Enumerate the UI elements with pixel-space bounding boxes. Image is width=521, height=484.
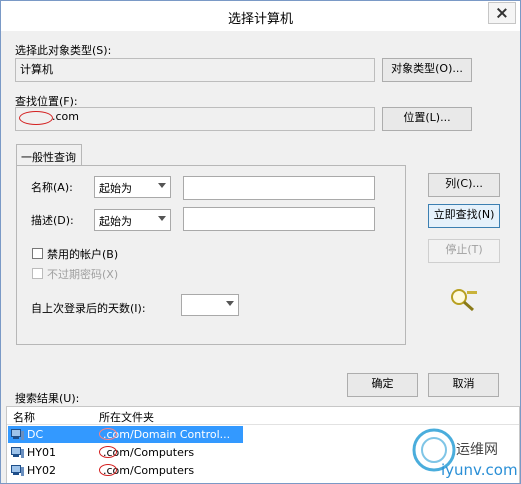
computer-icon xyxy=(11,447,24,458)
name-label: 名称(A): xyxy=(31,181,73,194)
disabled-accounts-checkbox[interactable] xyxy=(32,248,43,259)
cancel-button[interactable]: 取消 xyxy=(428,373,499,397)
ok-button[interactable]: 确定 xyxy=(347,373,418,397)
non-expiring-password-label: 不过期密码(X) xyxy=(47,268,119,281)
computer-icon xyxy=(11,429,24,440)
search-results-label: 搜索结果(U): xyxy=(15,392,80,405)
object-types-button[interactable]: 对象类型(O)... xyxy=(382,58,472,82)
row-name: HY02 xyxy=(27,464,56,477)
select-computer-dialog: 选择计算机 选择此对象类型(S): 计算机 对象类型(O)... 查找位置(F)… xyxy=(0,0,521,484)
title-bar: 选择计算机 xyxy=(1,1,520,31)
columns-button[interactable]: 列(C)... xyxy=(428,173,500,197)
name-input[interactable] xyxy=(183,176,375,200)
redaction-mark xyxy=(99,446,117,458)
non-expiring-password-checkbox xyxy=(32,268,43,279)
chevron-down-icon xyxy=(158,216,166,221)
results-header: 名称 所在文件夹 xyxy=(7,407,519,425)
stop-button: 停止(T) xyxy=(428,239,500,263)
row-name: HY01 xyxy=(27,446,56,459)
watermark-url: iyunv.com xyxy=(441,461,518,479)
column-header-folder[interactable]: 所在文件夹 xyxy=(99,409,154,425)
close-icon[interactable] xyxy=(488,2,516,24)
description-input[interactable] xyxy=(183,207,375,231)
tab-common-queries[interactable]: 一般性查询 xyxy=(16,144,82,166)
description-operator-value: 起始为 xyxy=(99,215,132,228)
watermark-text: 运维网 xyxy=(456,442,498,458)
description-operator-select[interactable]: 起始为 xyxy=(94,209,171,231)
object-type-label: 选择此对象类型(S): xyxy=(15,44,112,57)
location-field: .com xyxy=(15,107,375,131)
redaction-mark xyxy=(99,428,117,440)
find-now-button[interactable]: 立即查找(N) xyxy=(428,204,500,228)
chevron-down-icon xyxy=(158,183,166,188)
column-header-name[interactable]: 名称 xyxy=(13,409,35,425)
disabled-accounts-label: 禁用的帐户(B) xyxy=(47,248,119,261)
locations-button[interactable]: 位置(L)... xyxy=(382,107,472,131)
row-name: DC xyxy=(27,428,44,441)
name-operator-select[interactable]: 起始为 xyxy=(94,176,171,198)
name-operator-value: 起始为 xyxy=(99,182,132,195)
search-magnifier-icon xyxy=(451,289,477,312)
redaction-mark xyxy=(19,111,53,125)
days-since-logon-select[interactable] xyxy=(181,294,239,316)
description-label: 描述(D): xyxy=(31,214,74,227)
days-since-logon-label: 自上次登录后的天数(I): xyxy=(31,302,146,315)
computer-icon xyxy=(11,465,24,476)
dialog-title: 选择计算机 xyxy=(227,12,293,27)
row-folder: .com/Domain Control... xyxy=(103,428,231,441)
object-type-field: 计算机 xyxy=(15,58,375,82)
chevron-down-icon xyxy=(226,301,234,306)
redaction-mark xyxy=(99,464,117,476)
